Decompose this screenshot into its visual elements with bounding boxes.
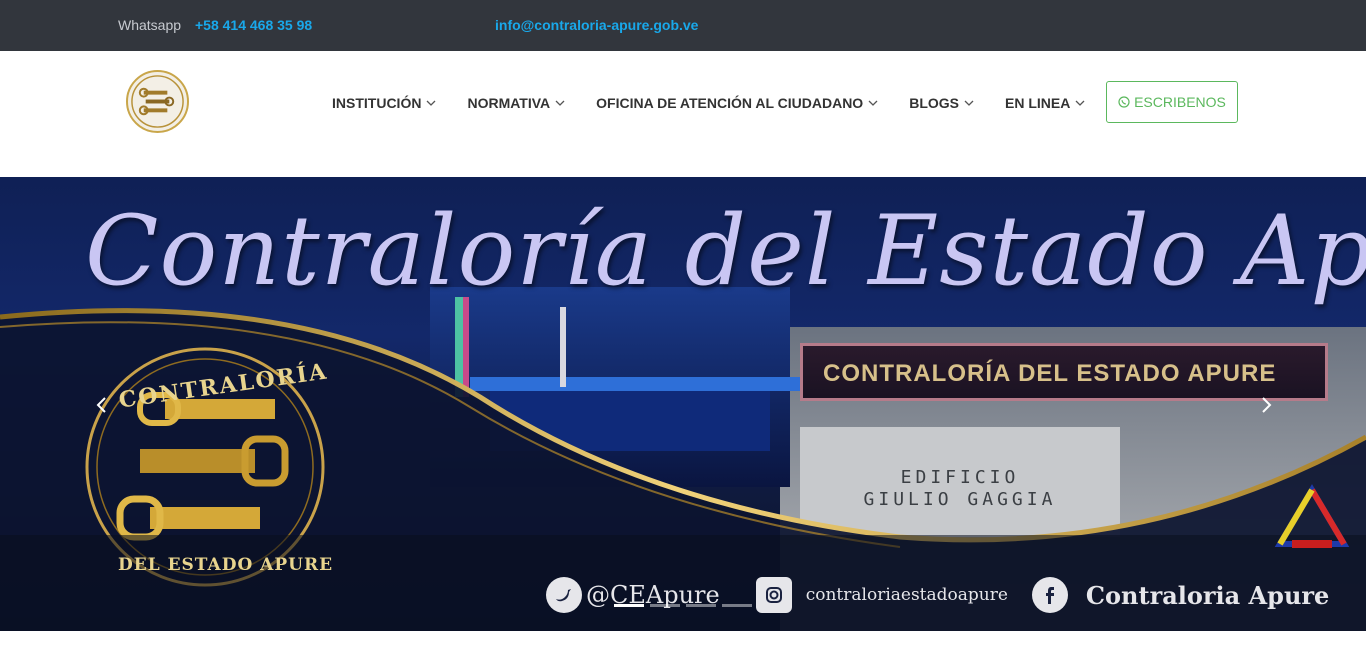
nav-label: NORMATIVA xyxy=(467,95,551,111)
building-name: EDIFICIO GIULIO GAGGIA xyxy=(820,467,1100,511)
chevron-left-icon xyxy=(96,397,106,413)
instagram-icon xyxy=(755,577,792,613)
nav-normativa[interactable]: NORMATIVA xyxy=(467,95,566,111)
slide-indicator-4[interactable] xyxy=(722,604,752,607)
nav-en-linea[interactable]: EN LINEA xyxy=(1005,95,1086,111)
chevron-down-icon xyxy=(867,97,879,109)
hero-slider: Contraloría del Estado Apure CONTRALORÍA… xyxy=(0,177,1366,631)
whatsapp-phone-link[interactable]: +58 414 468 35 98 xyxy=(195,17,312,33)
seal-text-bottom: DEL ESTADO APURE xyxy=(118,555,334,575)
slide-indicator-1[interactable] xyxy=(614,604,644,607)
email-link[interactable]: info@contraloria-apure.gob.ve xyxy=(495,17,698,33)
slide-indicator-2[interactable] xyxy=(650,604,680,607)
escribenos-button[interactable]: ESCRIBENOS xyxy=(1106,81,1238,123)
escribenos-label: ESCRIBENOS xyxy=(1134,94,1226,110)
facebook-icon xyxy=(1031,577,1068,613)
nav-label: OFICINA DE ATENCIÓN AL CIUDADANO xyxy=(596,95,864,111)
slider-prev-button[interactable] xyxy=(92,395,112,415)
site-header: INSTITUCIÓN NORMATIVA OFICINA DE ATENCIÓ… xyxy=(0,51,1366,177)
facebook-name: Contraloria Apure xyxy=(1085,580,1330,610)
top-contact-bar: Whatsapp +58 414 468 35 98 info@contralo… xyxy=(0,0,1366,51)
chevron-down-icon xyxy=(425,97,437,109)
chevron-down-icon xyxy=(1074,97,1086,109)
national-system-logo xyxy=(1274,484,1350,548)
building-line-1: EDIFICIO xyxy=(900,467,1020,488)
building-line-2: GIULIO GAGGIA xyxy=(863,489,1057,510)
slider-next-button[interactable] xyxy=(1256,395,1276,415)
nav-label: BLOGS xyxy=(909,95,959,111)
nav-blogs[interactable]: BLOGS xyxy=(909,95,975,111)
hero-title: Contraloría del Estado Apure xyxy=(85,195,1366,307)
chevron-right-icon xyxy=(1262,397,1272,413)
social-strip: @CEApure contraloriaestadoapure Contralo… xyxy=(546,577,1329,613)
nav-label: EN LINEA xyxy=(1004,95,1071,111)
whatsapp-label: Whatsapp xyxy=(118,17,182,33)
slider-indicators xyxy=(614,604,758,607)
nav-label: INSTITUCIÓN xyxy=(332,95,422,111)
twitter-icon xyxy=(546,577,582,613)
whatsapp-icon xyxy=(1118,96,1130,108)
nav-institucion[interactable]: INSTITUCIÓN xyxy=(332,95,437,111)
sign-text: CONTRALORÍA DEL ESTADO APURE xyxy=(823,360,1277,387)
site-logo[interactable] xyxy=(126,70,189,133)
contraloria-seal-icon xyxy=(131,75,184,128)
building-sign: CONTRALORÍA DEL ESTADO APURE xyxy=(800,343,1328,401)
slide-indicator-3[interactable] xyxy=(686,604,716,607)
chevron-down-icon xyxy=(554,97,566,109)
chevron-down-icon xyxy=(963,97,975,109)
instagram-handle: contraloriaestadoapure xyxy=(805,585,1008,605)
main-nav: INSTITUCIÓN NORMATIVA OFICINA DE ATENCIÓ… xyxy=(332,95,1116,111)
nav-oficina-atencion[interactable]: OFICINA DE ATENCIÓN AL CIUDADANO xyxy=(596,95,879,111)
